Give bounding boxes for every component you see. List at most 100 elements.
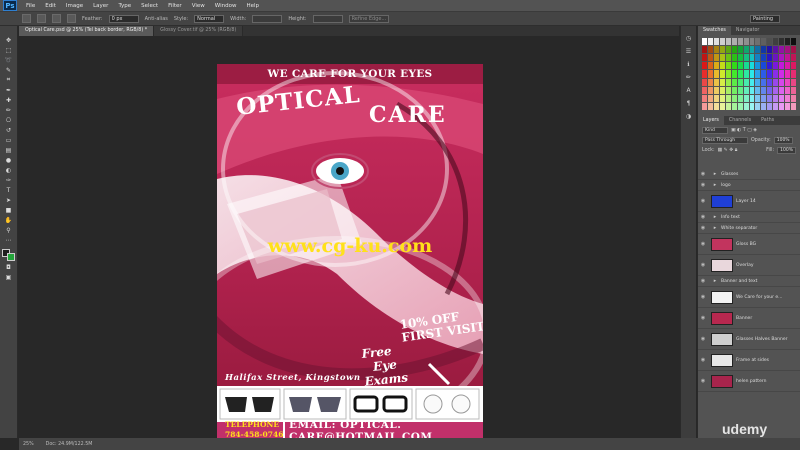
color-swatch[interactable]: [791, 78, 796, 86]
color-swatch[interactable]: [761, 102, 767, 110]
color-swatch[interactable]: [743, 78, 749, 86]
color-swatch[interactable]: [755, 54, 761, 62]
color-swatch[interactable]: [761, 70, 767, 78]
color-swatch[interactable]: [713, 70, 719, 78]
color-swatch[interactable]: [773, 54, 779, 62]
color-swatch[interactable]: [779, 78, 785, 86]
color-swatch[interactable]: [707, 70, 713, 78]
lock-icons[interactable]: ▦ ✎ ✥ 🔒︎: [718, 147, 738, 153]
color-swatch[interactable]: [731, 86, 737, 94]
color-swatch[interactable]: [737, 102, 743, 110]
color-swatch[interactable]: [725, 62, 731, 70]
color-swatch[interactable]: [791, 62, 796, 70]
color-swatch[interactable]: [791, 70, 796, 78]
color-swatch[interactable]: [785, 54, 791, 62]
marquee-tool-icon[interactable]: ⬚: [4, 46, 14, 54]
color-swatch[interactable]: [737, 38, 743, 46]
color-swatch[interactable]: [791, 94, 796, 102]
color-swatch[interactable]: [785, 46, 791, 54]
color-swatch[interactable]: [719, 38, 725, 46]
visibility-eye-icon[interactable]: ◉: [698, 336, 708, 342]
color-swatch[interactable]: [702, 54, 707, 62]
intersect-selection-button[interactable]: [67, 14, 76, 23]
visibility-eye-icon[interactable]: ◉: [698, 262, 708, 268]
color-swatch[interactable]: [755, 86, 761, 94]
canvas-area[interactable]: WE CARE FOR YOUR EYES OPTICAL CARE www.c…: [19, 36, 679, 450]
crop-tool-icon[interactable]: ⌗: [4, 76, 14, 84]
stamp-tool-icon[interactable]: ⎔: [4, 116, 14, 124]
tab-glossy-cover[interactable]: Glossy Cover.tif @ 25% (RGB/8): [154, 26, 244, 36]
color-swatch[interactable]: [719, 86, 725, 94]
color-swatch[interactable]: [731, 94, 737, 102]
color-swatch[interactable]: [749, 86, 755, 94]
dodge-tool-icon[interactable]: ◐: [4, 166, 14, 174]
color-swatch[interactable]: [737, 70, 743, 78]
color-swatch[interactable]: [749, 78, 755, 86]
layer-row[interactable]: ◉ Banner: [698, 308, 800, 329]
type-tool-icon[interactable]: T: [4, 186, 14, 194]
eyedropper-tool-icon[interactable]: ✒: [4, 86, 14, 94]
color-swatch[interactable]: [761, 38, 767, 46]
color-swatch[interactable]: [749, 54, 755, 62]
visibility-eye-icon[interactable]: ◉: [698, 171, 708, 177]
color-swatch[interactable]: [702, 70, 707, 78]
color-swatch[interactable]: [719, 102, 725, 110]
menu-type[interactable]: Type: [113, 3, 136, 9]
folder-icon[interactable]: ▸: [711, 171, 719, 177]
color-swatch[interactable]: [725, 102, 731, 110]
healing-tool-icon[interactable]: ✚: [4, 96, 14, 104]
swatch-grid[interactable]: [702, 38, 796, 110]
color-swatch[interactable]: [743, 94, 749, 102]
layer-row[interactable]: ◉ helen pattern: [698, 371, 800, 392]
color-swatch[interactable]: [743, 62, 749, 70]
color-swatch[interactable]: [707, 78, 713, 86]
style-select[interactable]: Normal: [194, 14, 225, 23]
color-swatch[interactable]: [713, 102, 719, 110]
color-swatch[interactable]: [767, 102, 773, 110]
color-swatch[interactable]: [767, 38, 773, 46]
color-swatch[interactable]: [755, 62, 761, 70]
color-swatch[interactable]: [702, 86, 707, 94]
color-swatch[interactable]: [767, 86, 773, 94]
color-swatch[interactable]: [707, 102, 713, 110]
color-swatch[interactable]: [743, 46, 749, 54]
brush-tool-icon[interactable]: ✏: [4, 106, 14, 114]
color-swatch[interactable]: [719, 54, 725, 62]
new-selection-button[interactable]: [22, 14, 31, 23]
color-swatch[interactable]: [743, 102, 749, 110]
pen-tool-icon[interactable]: ✑: [4, 176, 14, 184]
adjustments-panel-icon[interactable]: ◑: [684, 112, 693, 121]
color-swatch[interactable]: [785, 102, 791, 110]
color-swatch[interactable]: [785, 78, 791, 86]
folder-icon[interactable]: ▸: [711, 225, 719, 231]
color-swatch[interactable]: [713, 78, 719, 86]
color-swatch[interactable]: [737, 62, 743, 70]
layer-row[interactable]: ◉ Layer 14: [698, 191, 800, 212]
visibility-eye-icon[interactable]: ◉: [698, 357, 708, 363]
color-swatch[interactable]: [725, 78, 731, 86]
layer-row[interactable]: ◉ Glasses Halves Banner: [698, 329, 800, 350]
menu-image[interactable]: Image: [61, 3, 88, 9]
color-swatch[interactable]: [737, 86, 743, 94]
color-swatch[interactable]: [755, 94, 761, 102]
color-swatch[interactable]: [779, 54, 785, 62]
color-swatch[interactable]: [785, 62, 791, 70]
feather-input[interactable]: 0 px: [108, 14, 139, 23]
path-select-tool-icon[interactable]: ➤: [4, 196, 14, 204]
layer-row[interactable]: ◉ We Care for your e...: [698, 287, 800, 308]
color-swatch[interactable]: [773, 38, 779, 46]
color-swatch[interactable]: [749, 62, 755, 70]
blend-mode-select[interactable]: Pass Through: [702, 136, 748, 144]
more-tools-icon[interactable]: ⋯: [4, 236, 14, 244]
menu-filter[interactable]: Filter: [163, 3, 187, 9]
fill-input[interactable]: 100%: [777, 146, 796, 154]
color-swatch[interactable]: [719, 70, 725, 78]
opacity-input[interactable]: 100%: [773, 136, 793, 144]
color-swatch[interactable]: [713, 62, 719, 70]
color-swatch[interactable]: [755, 78, 761, 86]
tab-layers[interactable]: Layers: [698, 116, 724, 125]
color-swatch[interactable]: [731, 62, 737, 70]
menu-layer[interactable]: Layer: [88, 3, 113, 9]
menu-help[interactable]: Help: [241, 3, 264, 9]
screen-mode-icon[interactable]: ▣: [4, 273, 14, 281]
